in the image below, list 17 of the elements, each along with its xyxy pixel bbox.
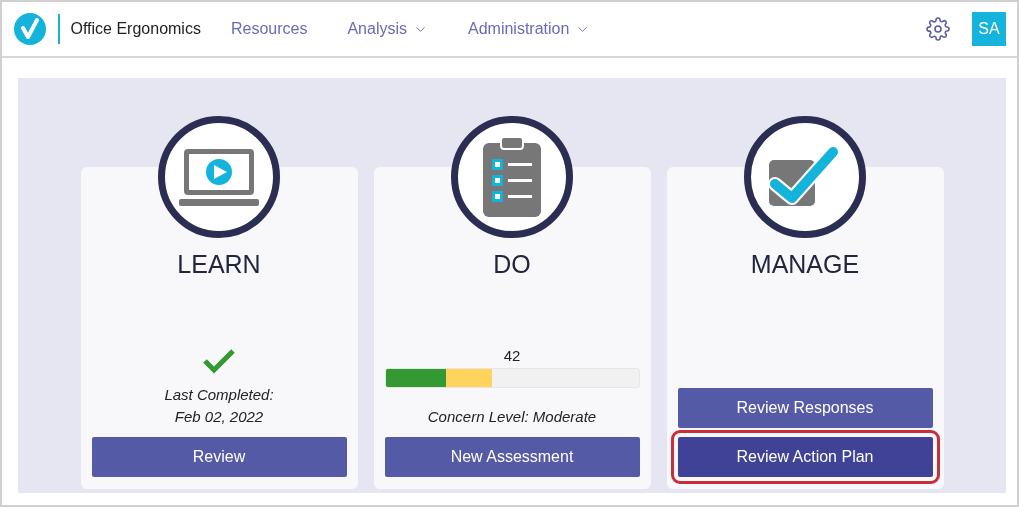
status-text: Feb 02, 2022: [174, 407, 264, 427]
app-title: Office Ergonomics: [70, 20, 201, 38]
laptop-play-icon: [179, 146, 259, 208]
clipboard-checklist-icon: [481, 135, 543, 219]
card-title: DO: [493, 250, 531, 279]
nav-link[interactable]: Resources: [230, 20, 308, 38]
action-button[interactable]: Review: [91, 437, 347, 477]
nav-link[interactable]: Analysis: [347, 20, 428, 38]
card-title: MANAGE: [750, 250, 860, 279]
action-button[interactable]: New Assessment: [384, 437, 640, 477]
action-button[interactable]: Review Responses: [677, 388, 933, 428]
card-title: LEARN: [177, 250, 261, 279]
status-text: Concern Level: Moderate: [427, 407, 597, 427]
score: 42: [503, 347, 521, 364]
nav-link[interactable]: Administration: [468, 20, 591, 38]
settings-icon[interactable]: [926, 17, 950, 41]
status-text: Last Completed:: [164, 385, 274, 405]
